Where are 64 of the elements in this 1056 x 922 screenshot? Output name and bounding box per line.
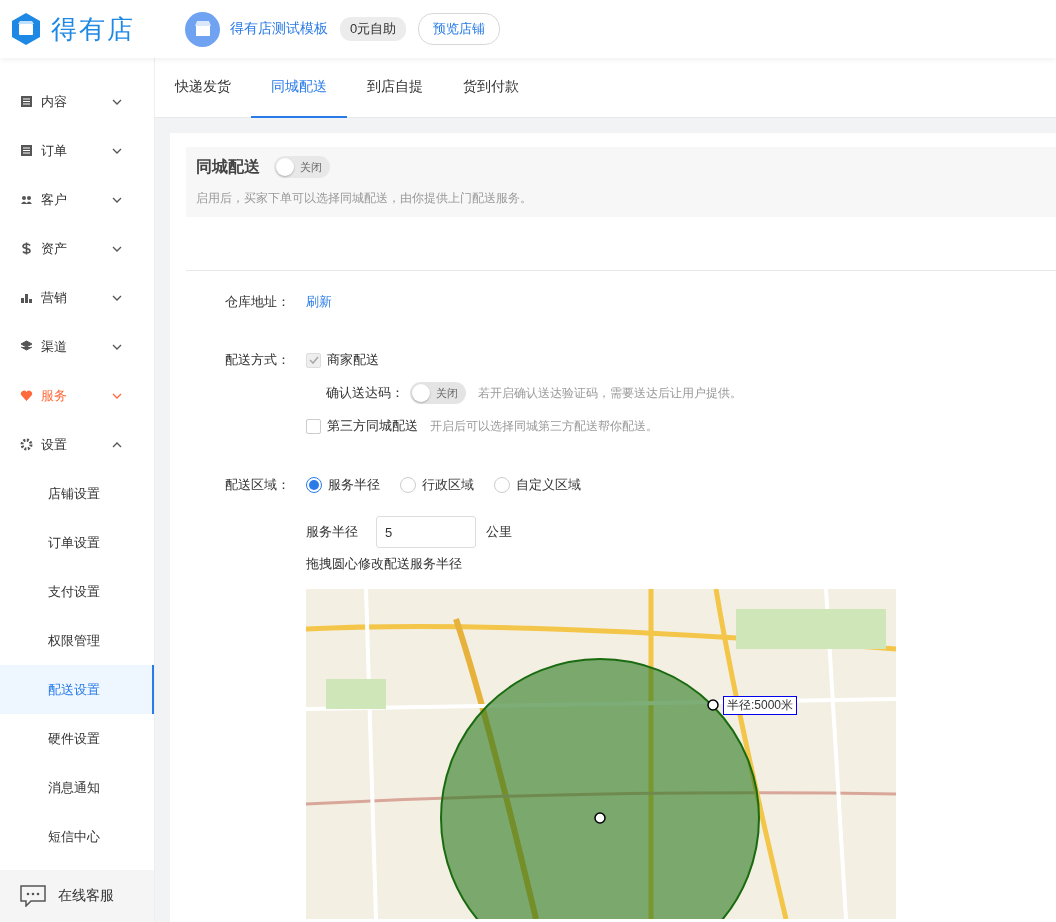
center-drag-handle[interactable] <box>594 812 606 824</box>
form-label: 仓库地址： <box>225 293 291 311</box>
list-icon <box>20 144 33 157</box>
tab[interactable]: 快递发货 <box>155 58 251 118</box>
sidebar-submenu-item[interactable]: 支付设置 <box>0 567 154 616</box>
radio-label: 服务半径 <box>328 476 380 494</box>
section-description: 启用后，买家下单可以选择同城配送，由你提供上门配送服务。 <box>196 190 533 207</box>
chat-bubble-icon <box>20 885 46 907</box>
sidebar-submenu-item[interactable]: 消息通知 <box>0 763 154 812</box>
sidebar-menu-item[interactable]: 设置 <box>0 420 154 469</box>
radio-button[interactable] <box>494 477 510 493</box>
radius-label: 半径:5000米 <box>723 696 798 715</box>
toggle-switch[interactable]: 关闭 <box>274 156 330 178</box>
checkbox-label: 商家配送 <box>327 351 379 369</box>
store-logo-icon <box>11 12 41 46</box>
sidebar-submenu-item[interactable]: 配送设置 <box>0 665 154 714</box>
sidebar-menu-item[interactable]: 资产 <box>0 224 154 273</box>
sidebar-menu-item[interactable]: 渠道 <box>0 322 154 371</box>
bar-chart-icon <box>20 291 33 304</box>
radio-button[interactable] <box>400 477 416 493</box>
sidebar-submenu-item[interactable]: 短信中心 <box>0 812 154 861</box>
sidebar-submenu-item[interactable]: 硬件设置 <box>0 714 154 763</box>
tab[interactable]: 到店自提 <box>347 58 443 118</box>
sidebar-submenu-item[interactable]: 店铺设置 <box>0 469 154 518</box>
sidebar-submenu-item[interactable]: 权限管理 <box>0 616 154 665</box>
shop-name[interactable]: 得有店测试模板 <box>230 20 328 38</box>
form-label: 配送区域： <box>225 476 291 494</box>
sidebar-menu-item[interactable]: 内容 <box>0 77 154 126</box>
unit-label: 公里 <box>486 523 512 541</box>
plan-badge: 0元自助 <box>340 17 407 41</box>
preview-store-button[interactable]: 预览店铺 <box>418 13 501 45</box>
people-icon <box>20 193 33 206</box>
hint-text: 若开启确认送达验证码，需要送达后让用户提供。 <box>478 384 742 402</box>
sidebar-submenu-item[interactable]: 订单设置 <box>0 518 154 567</box>
sidebar-menu-item[interactable]: 客户 <box>0 175 154 224</box>
form-label: 确认送达码： <box>326 384 404 402</box>
logo-text: 得有店 <box>51 12 135 46</box>
park-area <box>326 679 386 709</box>
form-label: 服务半径 <box>306 523 358 541</box>
layers-icon <box>20 340 33 353</box>
radius-drag-handle[interactable] <box>707 699 719 711</box>
online-support-bar[interactable]: 在线客服 <box>0 870 154 922</box>
tab[interactable]: 同城配送 <box>251 58 347 118</box>
checkbox-label: 第三方同城配送 <box>327 417 418 435</box>
radio-label: 自定义区域 <box>516 476 581 494</box>
section-title: 同城配送 <box>196 156 260 177</box>
radio-button[interactable] <box>306 477 322 493</box>
radius-input[interactable]: 5 <box>376 516 476 548</box>
tab[interactable]: 货到付款 <box>443 58 539 118</box>
dollar-icon <box>20 242 33 255</box>
list-icon <box>20 95 33 108</box>
map-hint: 拖拽圆心修改配送服务半径 <box>306 555 462 573</box>
settings-icon <box>20 438 33 451</box>
checkbox[interactable] <box>306 418 321 434</box>
toggle-switch[interactable]: 关闭 <box>410 382 466 404</box>
radio-label: 行政区域 <box>422 476 474 494</box>
shop-avatar <box>185 11 220 47</box>
form-label: 配送方式： <box>225 351 291 369</box>
sidebar-menu-item[interactable]: 营销 <box>0 273 154 322</box>
sidebar-menu-item[interactable]: 订单 <box>0 126 154 175</box>
heart-icon <box>20 389 33 402</box>
hint-text: 开启后可以选择同城第三方配送帮你配送。 <box>430 417 658 435</box>
refresh-link[interactable]: 刷新 <box>306 293 332 311</box>
online-support-label[interactable]: 在线客服 <box>58 887 114 905</box>
